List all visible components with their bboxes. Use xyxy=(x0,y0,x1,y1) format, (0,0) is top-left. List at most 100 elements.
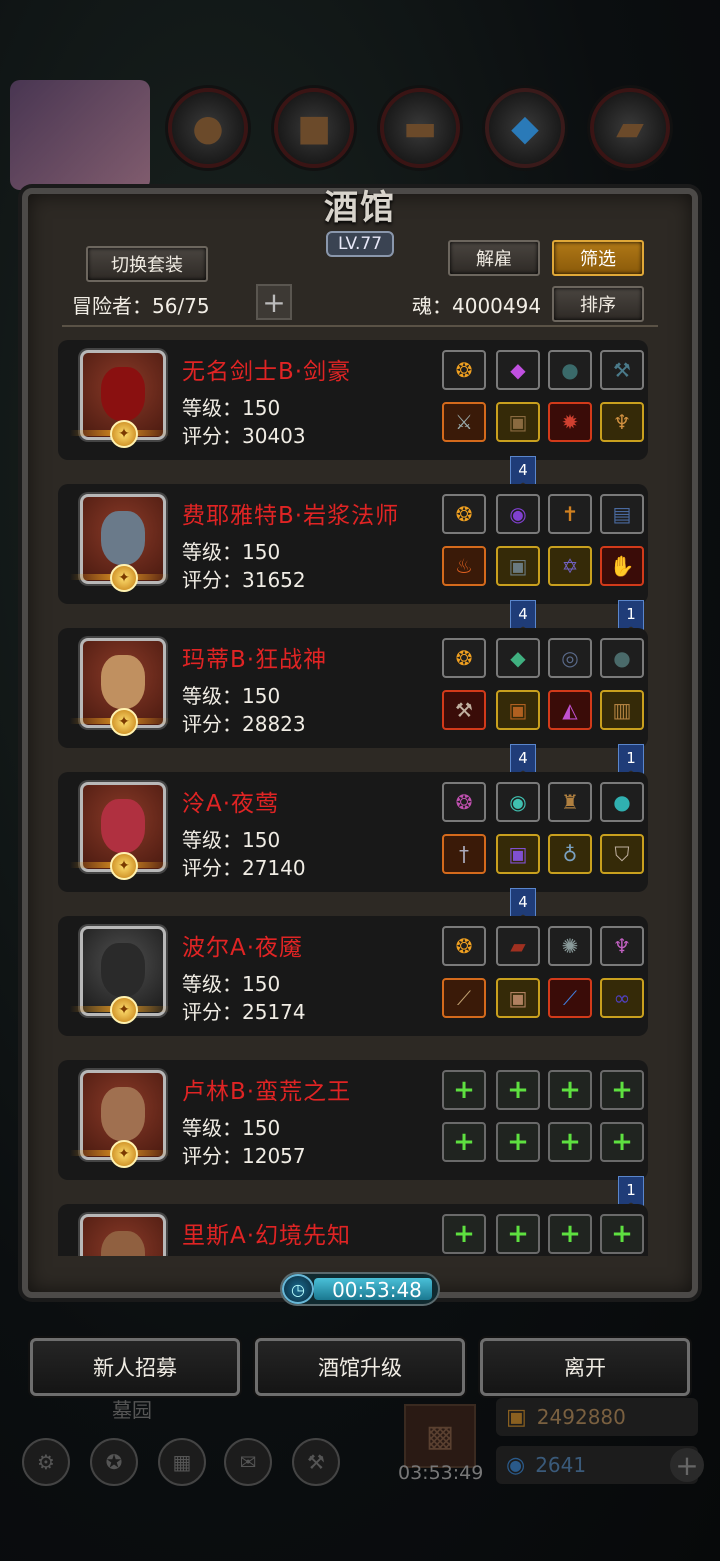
settings-icon[interactable]: ⚙ xyxy=(22,1438,70,1486)
crystal-equip-icon[interactable]: ◆ xyxy=(496,638,540,678)
gold-icon: ▣ xyxy=(506,1404,527,1430)
empty-slot-plus-icon[interactable]: + xyxy=(600,1214,644,1254)
breastplate-equip-icon[interactable]: ▣ xyxy=(496,690,540,730)
rank-medal-icon: ✦ xyxy=(110,996,138,1024)
pendant-equip-icon[interactable]: ♁ xyxy=(548,834,592,874)
empty-slot-plus-icon[interactable]: + xyxy=(600,1070,644,1110)
upgrade-tavern-button[interactable]: 酒馆升级 xyxy=(255,1338,465,1396)
tome-equip-icon[interactable]: ▤ xyxy=(600,494,644,534)
cloak-equip-icon[interactable]: ▣ xyxy=(496,834,540,874)
empty-slot-plus-icon[interactable]: + xyxy=(496,1214,540,1254)
filter-button[interactable]: 筛选 xyxy=(552,240,644,276)
hero-card[interactable]: ✦ 玛蒂B·狂战神 等级：150 评分：28823 ❂ ◆ ◎ ● ⚒ ▣ ◭ … xyxy=(58,628,648,748)
hammer-equip-icon[interactable]: ⚒ xyxy=(600,350,644,390)
torch-equip-icon[interactable]: ♨ xyxy=(442,546,486,586)
empty-slot-plus-icon[interactable]: + xyxy=(496,1122,540,1162)
hero-name: 玛蒂B·狂战神 xyxy=(182,647,328,673)
blade-equip-icon[interactable]: ⟋ xyxy=(442,978,486,1018)
armor-equip-icon[interactable]: ▣ xyxy=(496,402,540,442)
stone-equip-icon[interactable]: ● xyxy=(600,638,644,678)
hero-name: 无名剑士B·剑豪 xyxy=(182,359,352,385)
hero-name: 费耶雅特B·岩浆法师 xyxy=(182,503,400,529)
goblet-equip-icon[interactable]: ♆ xyxy=(600,926,644,966)
scroll-equip-icon[interactable]: ▥ xyxy=(600,690,644,730)
leave-button[interactable]: 离开 xyxy=(480,1338,690,1396)
vest-equip-icon[interactable]: ▣ xyxy=(496,978,540,1018)
orb-equip-icon[interactable]: ◉ xyxy=(496,782,540,822)
switch-outfit-button[interactable]: 切换套装 xyxy=(86,246,208,282)
clock-icon: ◷ xyxy=(282,1274,314,1304)
hero-name: 泠A·夜莺 xyxy=(182,791,280,817)
hero-name: 卢林B·蛮荒之王 xyxy=(182,1079,352,1105)
wood-resource-icon: ● xyxy=(168,88,248,168)
katana-equip-icon[interactable]: ⟋ xyxy=(548,978,592,1018)
mask-equip-icon[interactable]: ✹ xyxy=(548,402,592,442)
bell-equip-icon[interactable]: ♜ xyxy=(548,782,592,822)
chest-equip-icon[interactable]: ▰ xyxy=(496,926,540,966)
adventurer-count: 冒险者：56/75 xyxy=(72,294,210,318)
forge-icon[interactable]: ⚒ xyxy=(292,1438,340,1486)
battleaxe-equip-icon[interactable]: ⚒ xyxy=(442,690,486,730)
mail-icon[interactable]: ✉ xyxy=(224,1438,272,1486)
achievement-icon[interactable]: ✪ xyxy=(90,1438,138,1486)
hero-portrait xyxy=(80,1214,166,1256)
empty-slot-plus-icon[interactable]: + xyxy=(496,1070,540,1110)
axe-equip-icon[interactable]: ♆ xyxy=(600,402,644,442)
crystal-resource-icon: ◆ xyxy=(485,88,565,168)
empty-slot-plus-icon[interactable]: + xyxy=(442,1122,486,1162)
timer-text: 00:53:48 xyxy=(332,1278,422,1302)
gift-box-icon[interactable]: ▩ xyxy=(404,1404,476,1468)
sort-button[interactable]: 排序 xyxy=(552,286,644,322)
empty-slot-plus-icon[interactable]: + xyxy=(442,1214,486,1254)
dismiss-button[interactable]: 解雇 xyxy=(448,240,540,276)
hero-card[interactable]: ✦ 卢林B·蛮荒之王 等级：150 评分：12057 + + + + + + +… xyxy=(58,1060,648,1180)
wreath-equip-icon[interactable]: ❂ xyxy=(442,638,486,678)
recruit-button[interactable]: 新人招募 xyxy=(30,1338,240,1396)
add-capacity-button[interactable]: + xyxy=(256,284,292,320)
wreath-equip-icon[interactable]: ❂ xyxy=(442,926,486,966)
wreath-equip-icon[interactable]: ❂ xyxy=(442,782,486,822)
soul-count: 魂：4000494 xyxy=(412,294,542,318)
empty-slot-plus-icon[interactable]: + xyxy=(548,1122,592,1162)
hero-score: 评分：12057 xyxy=(182,1144,306,1168)
dagger-equip-icon[interactable]: † xyxy=(442,834,486,874)
add-gem-button[interactable]: + xyxy=(670,1448,704,1482)
helm-equip-icon[interactable]: ◭ xyxy=(548,690,592,730)
tavern-header: 酒馆 LV.77 xyxy=(300,180,420,257)
hero-name: 里斯A·幻境先知 xyxy=(182,1223,352,1249)
wreath-equip-icon[interactable]: ❂ xyxy=(442,350,486,390)
hero-card[interactable]: ✦ 波尔A·夜魇 等级：150 评分：25174 ❂ ▰ ✺ ♆ ⟋ ▣ ⟋ ∞ xyxy=(58,916,648,1036)
codex-icon[interactable]: ▦ xyxy=(158,1438,206,1486)
shield-equip-icon[interactable]: ⛉ xyxy=(600,834,644,874)
ore-equip-icon[interactable]: ✺ xyxy=(548,926,592,966)
gem-icon: ◉ xyxy=(506,1452,526,1478)
hero-level: 等级：150 xyxy=(182,828,281,852)
empty-slot-plus-icon[interactable]: + xyxy=(442,1070,486,1110)
ring-equip-icon[interactable]: ∞ xyxy=(600,978,644,1018)
hero-card[interactable]: 里斯A·幻境先知 + + + + xyxy=(58,1204,648,1256)
empty-slot-plus-icon[interactable]: + xyxy=(600,1122,644,1162)
hero-card[interactable]: ✦ 无名剑士B·剑豪 等级：150 评分：30403 ❂ ◆ ● ⚒ ⚔ ▣ ✹… xyxy=(58,340,648,460)
sword-equip-icon[interactable]: ⚔ xyxy=(442,402,486,442)
empty-slot-plus-icon[interactable]: + xyxy=(548,1214,592,1254)
stone-equip-icon[interactable]: ● xyxy=(548,350,592,390)
staff-equip-icon[interactable]: ✝ xyxy=(548,494,592,534)
wreath-equip-icon[interactable]: ❂ xyxy=(442,494,486,534)
hero-level: 等级：150 xyxy=(182,540,281,564)
hero-level: 等级：150 xyxy=(182,972,281,996)
empty-slot-plus-icon[interactable]: + xyxy=(548,1070,592,1110)
hero-level: 等级：150 xyxy=(182,1116,281,1140)
stone-equip-icon[interactable]: ● xyxy=(600,782,644,822)
hero-level: 等级：150 xyxy=(182,396,281,420)
amulet-equip-icon[interactable]: ✡ xyxy=(548,546,592,586)
hero-score: 评分：30403 xyxy=(182,424,306,448)
orb-equip-icon[interactable]: ◉ xyxy=(496,494,540,534)
hero-list[interactable]: ✦ 无名剑士B·剑豪 等级：150 评分：30403 ❂ ◆ ● ⚒ ⚔ ▣ ✹… xyxy=(58,340,658,1256)
rune-equip-icon[interactable]: ◎ xyxy=(548,638,592,678)
robe-equip-icon[interactable]: ▣ xyxy=(496,546,540,586)
hero-card[interactable]: ✦ 泠A·夜莺 等级：150 评分：27140 ❂ ◉ ♜ ● † ▣ ♁ ⛉ xyxy=(58,772,648,892)
gem-equip-icon[interactable]: ◆ xyxy=(496,350,540,390)
event-banner[interactable] xyxy=(10,80,150,190)
hero-card[interactable]: ✦ 费耶雅特B·岩浆法师 等级：150 评分：31652 ❂ ◉ ✝ ▤ ♨ ▣… xyxy=(58,484,648,604)
gauntlet-equip-icon[interactable]: ✋ xyxy=(600,546,644,586)
